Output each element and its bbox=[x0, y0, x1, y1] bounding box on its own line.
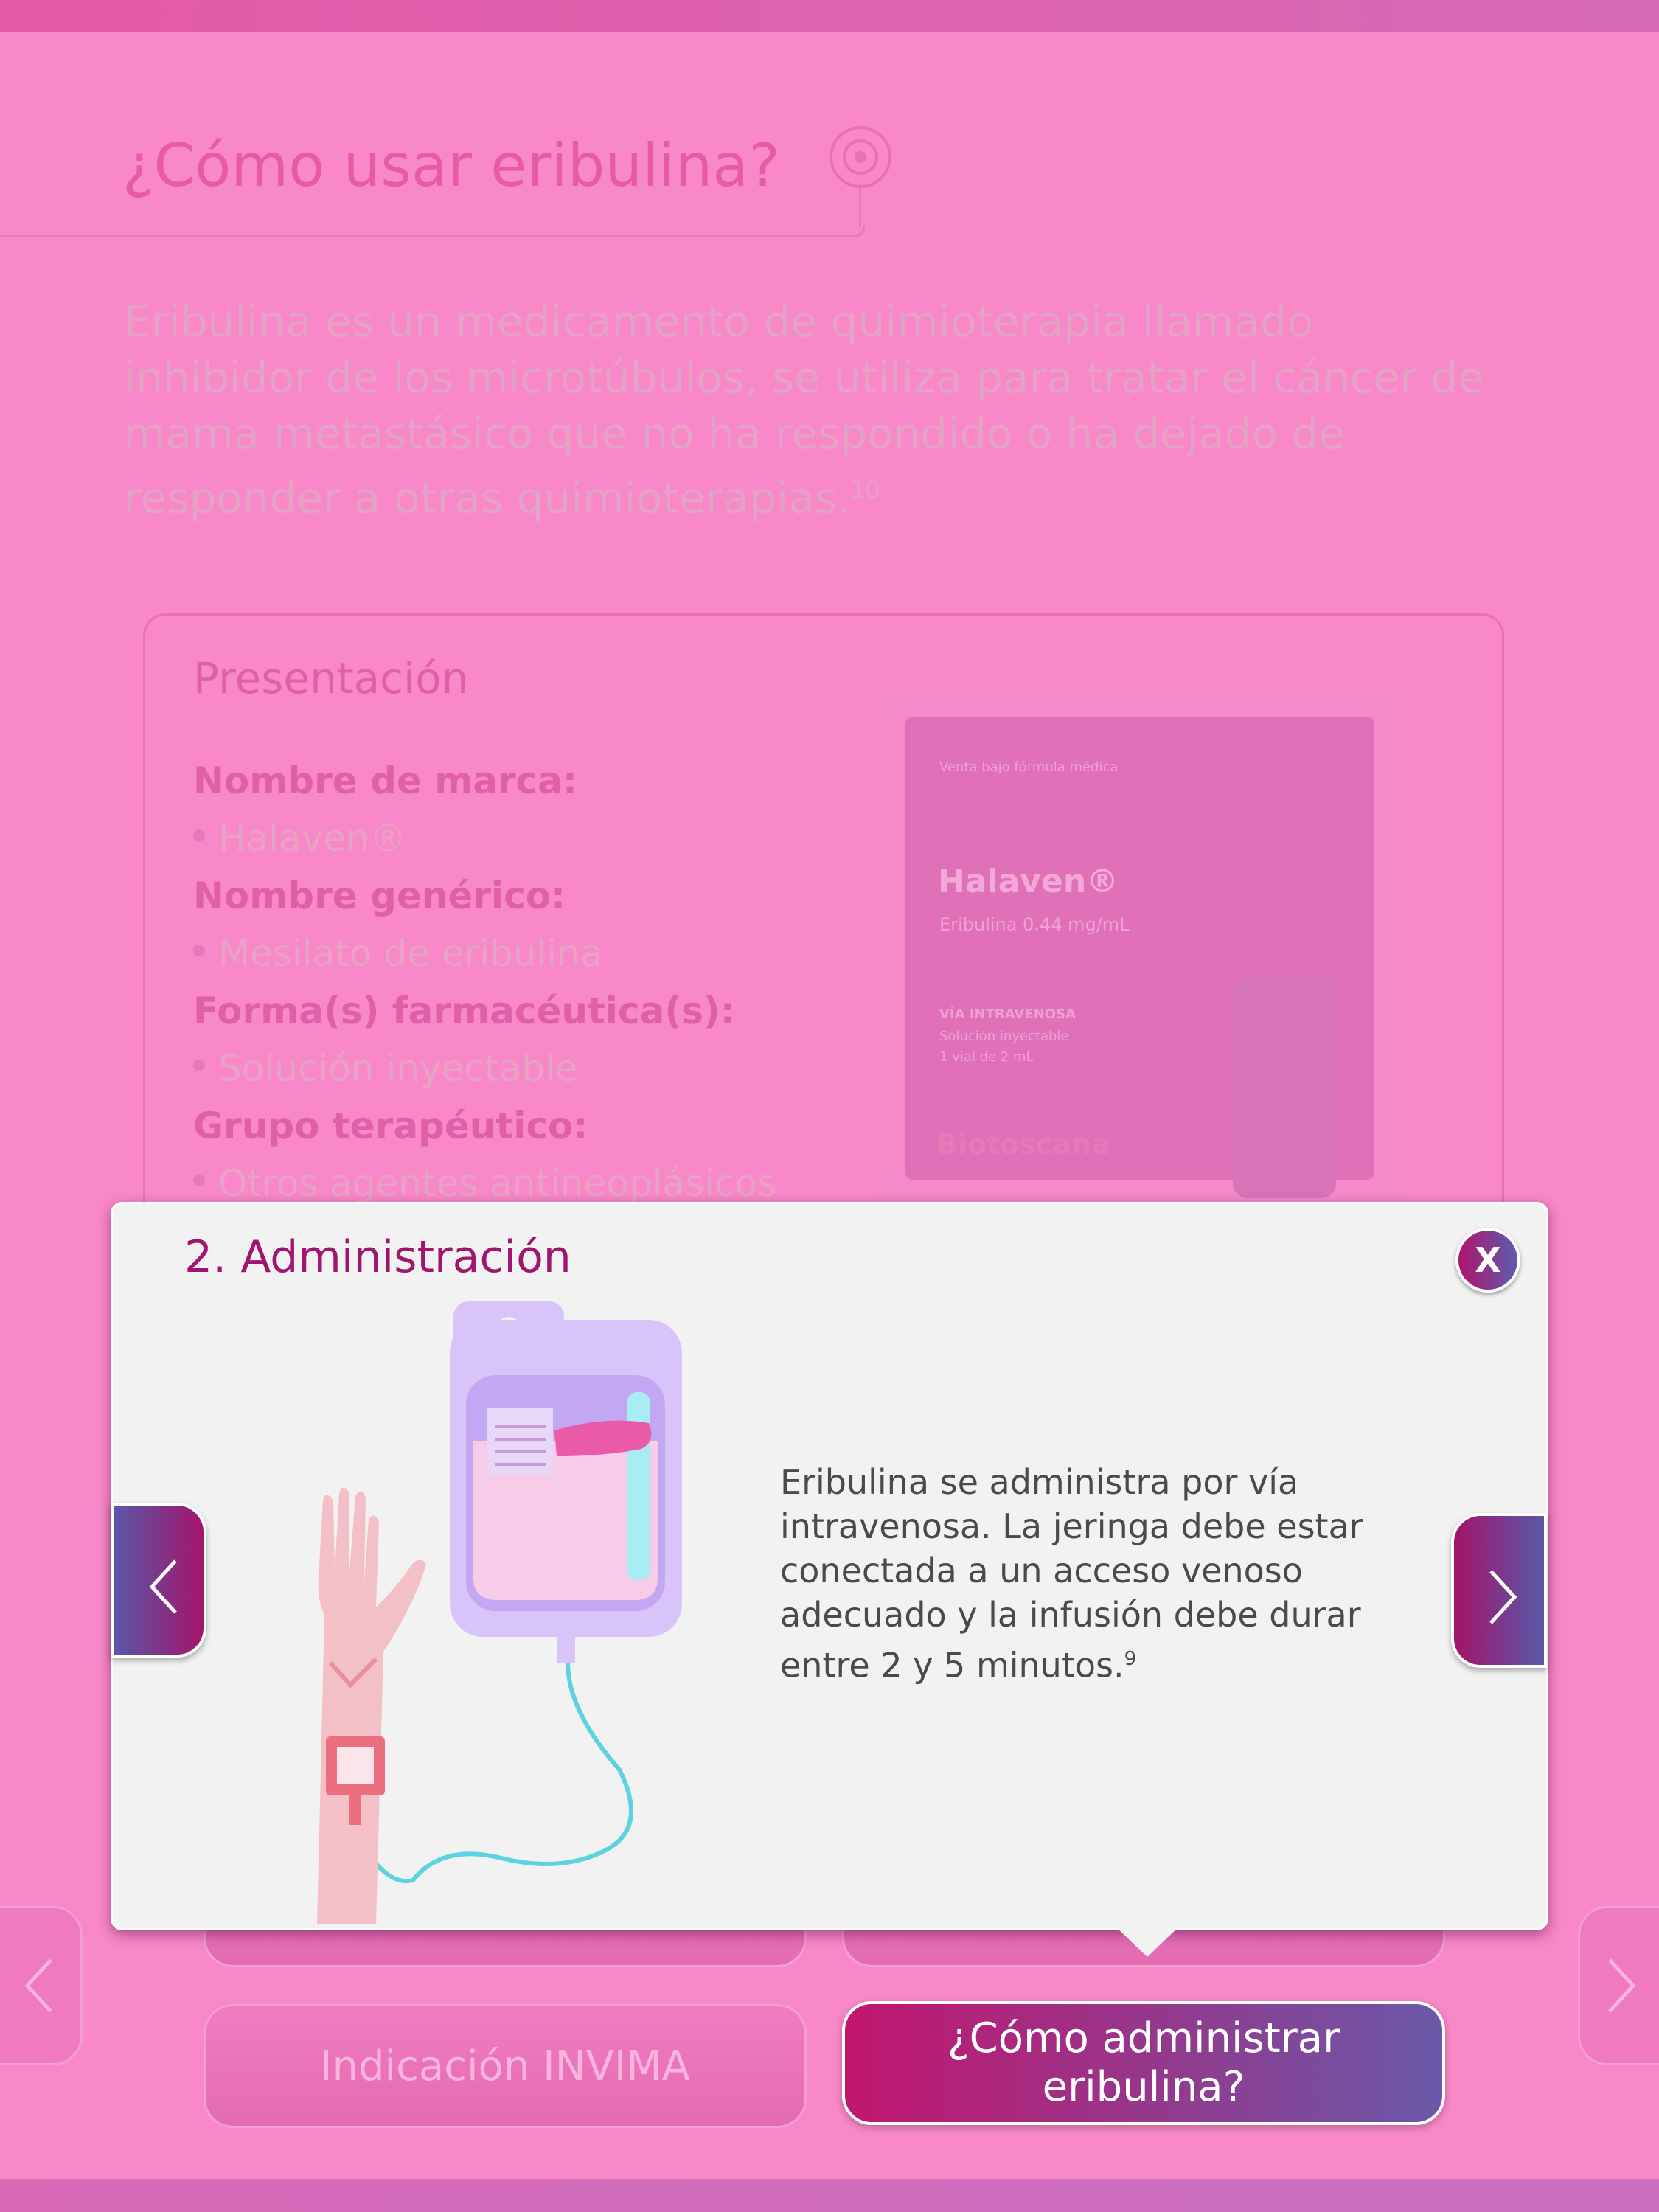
chevron-left-icon bbox=[24, 1958, 52, 2013]
chevron-right-icon bbox=[1608, 1958, 1636, 2013]
box-route: VÍA INTRAVENOSA bbox=[939, 1006, 1076, 1022]
bag-meter bbox=[627, 1392, 650, 1580]
intro-reference: 10 bbox=[850, 476, 881, 504]
generic-name-value: Mesilato de eribulina bbox=[193, 925, 857, 982]
target-icon bbox=[830, 126, 891, 188]
box-note: Venta bajo fórmula médica bbox=[939, 759, 1119, 775]
iv-infusion-illustration bbox=[317, 1301, 682, 1924]
box-brand: Halaven® bbox=[938, 863, 1119, 900]
bullet-icon bbox=[193, 1059, 205, 1071]
modal-title: 2. Administración bbox=[184, 1231, 571, 1283]
page-next-button[interactable] bbox=[1578, 1906, 1659, 2065]
chevron-right-icon bbox=[1489, 1570, 1517, 1624]
generic-name-label: Nombre genérico: bbox=[193, 874, 566, 917]
nav-button-how-to-administer[interactable]: ¿Cómo administrar eribulina? bbox=[842, 2001, 1445, 2125]
intro-paragraph: Eribulina es un medicamento de quimioter… bbox=[124, 293, 1510, 526]
modal-prev-button[interactable] bbox=[111, 1503, 206, 1658]
intro-text: Eribulina es un medicamento de quimioter… bbox=[124, 296, 1485, 524]
generic-name-text: Mesilato de eribulina bbox=[218, 932, 603, 975]
modal-next-button[interactable] bbox=[1451, 1513, 1547, 1668]
page-title: ¿Cómo usar eribulina? bbox=[122, 131, 780, 200]
close-button[interactable]: X bbox=[1455, 1228, 1520, 1293]
dosage-form-label: Forma(s) farmacéutica(s): bbox=[193, 990, 735, 1032]
nav-button-invima[interactable]: Indicación INVIMA bbox=[204, 2004, 807, 2128]
brand-name-text: Halaven® bbox=[218, 817, 406, 860]
dosage-form-text: Solución inyectable bbox=[218, 1047, 578, 1090]
bullet-icon bbox=[193, 1174, 205, 1186]
bullet-icon bbox=[193, 944, 205, 956]
presentation-title: Presentación bbox=[193, 653, 469, 703]
dosage-form-value: Solución inyectable bbox=[193, 1040, 857, 1097]
arm-hand bbox=[317, 1487, 426, 1924]
box-form: Solución inyectable bbox=[939, 1029, 1069, 1044]
box-concentration: Eribulina 0.44 mg/mL bbox=[939, 914, 1130, 935]
vial-image bbox=[1233, 977, 1336, 1198]
box-vial-text: 1 vial de 2 mL bbox=[939, 1049, 1034, 1065]
presentation-list: Nombre de marca: Halaven® Nombre genéric… bbox=[193, 752, 857, 1212]
modal-text: Eribulina se administra por vía intraven… bbox=[780, 1462, 1363, 1686]
title-connector bbox=[859, 183, 861, 227]
box-lab: Biotoscana bbox=[936, 1128, 1110, 1161]
brand-name-label: Nombre de marca: bbox=[193, 759, 578, 802]
therapeutic-group-label: Grupo terapéutico: bbox=[193, 1105, 588, 1147]
bag-port bbox=[557, 1633, 575, 1663]
iv-tube bbox=[352, 1662, 633, 1884]
title-underline bbox=[0, 225, 865, 237]
modal-description: Eribulina se administra por vía intraven… bbox=[780, 1460, 1385, 1687]
modal-reference: 9 bbox=[1124, 1648, 1137, 1670]
catheter-stem bbox=[349, 1795, 361, 1825]
brand-name-value: Halaven® bbox=[193, 810, 857, 867]
modal-pointer bbox=[1115, 1926, 1180, 1957]
therapeutic-group-text: Otros agentes antineoplásicos bbox=[218, 1162, 777, 1205]
bottom-bar bbox=[0, 2179, 1659, 2212]
chevron-left-icon bbox=[149, 1559, 177, 1614]
catheter-window bbox=[337, 1747, 374, 1784]
bullet-icon bbox=[193, 829, 205, 841]
top-bar bbox=[0, 0, 1659, 32]
page-prev-button[interactable] bbox=[0, 1906, 83, 2065]
